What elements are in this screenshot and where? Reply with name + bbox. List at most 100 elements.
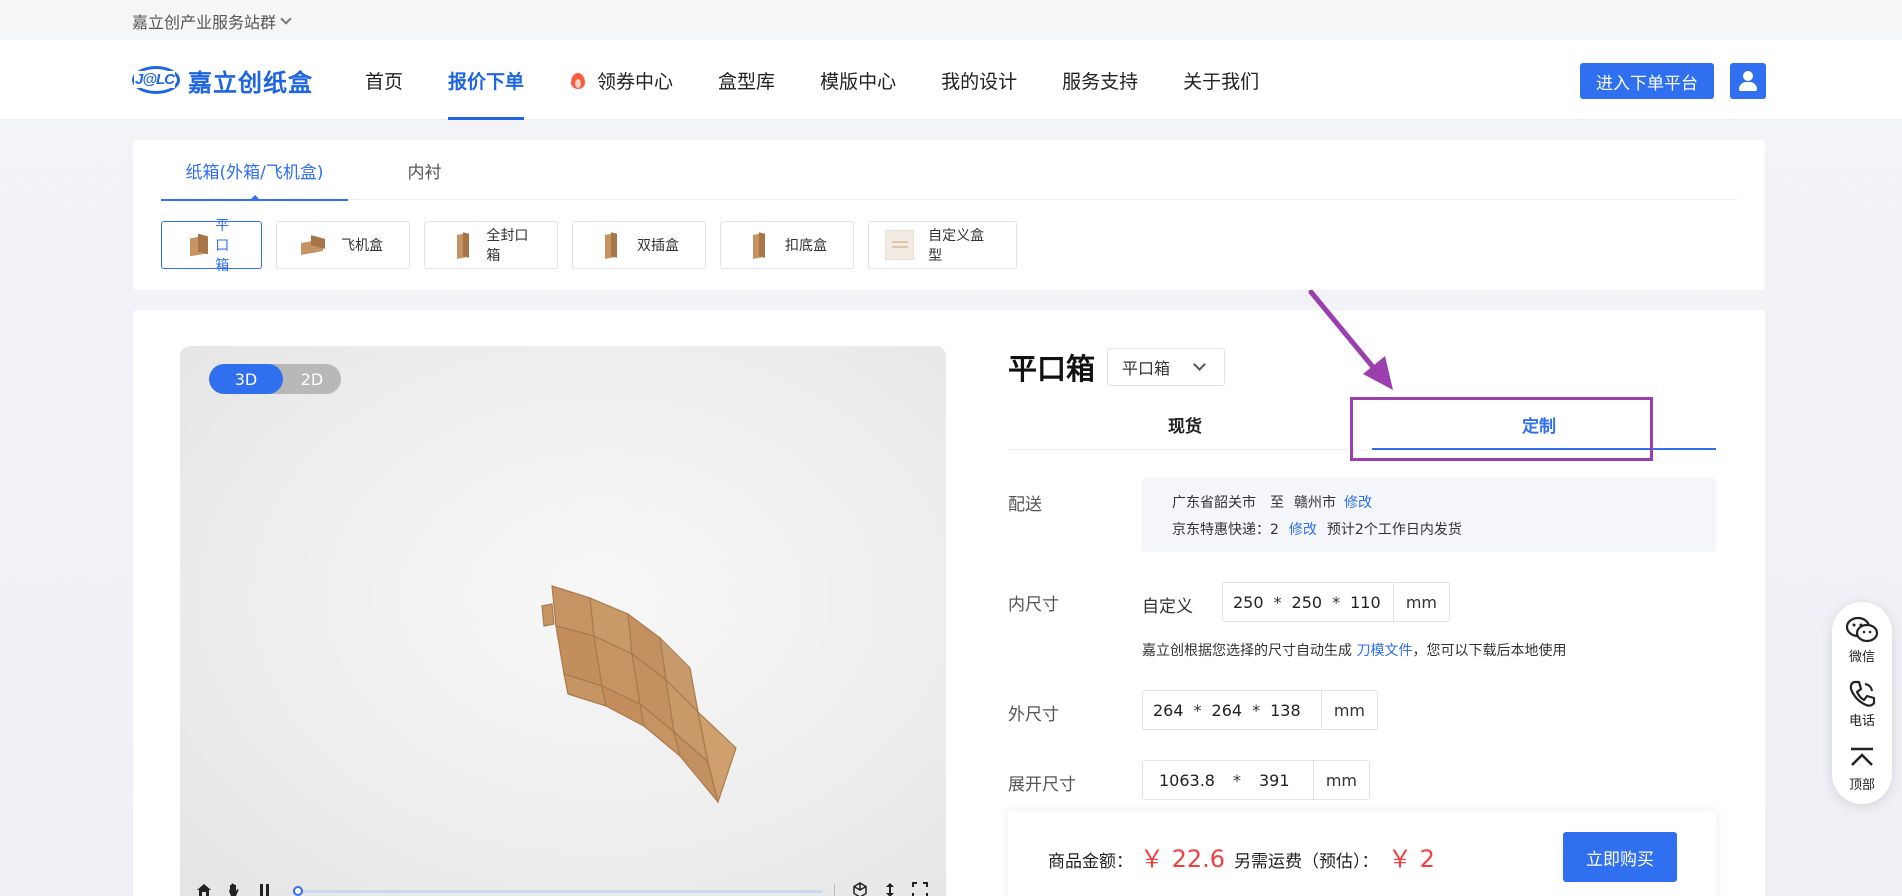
annotation-arrow-icon (1308, 290, 1393, 390)
box-type-flat-mouth[interactable]: 平口箱 (161, 218, 262, 274)
nav-my-design[interactable]: 我的设计 (941, 40, 1017, 120)
nav-about-us[interactable]: 关于我们 (1183, 40, 1259, 120)
product-title: 平口箱 (1008, 352, 1096, 386)
freight-amount-value: ￥ 2 (1388, 845, 1435, 873)
full-seal-box-icon (447, 231, 472, 259)
price-summary-bar: 商品金额： ￥ 22.6 另需运费（预估）： ￥ 2 立即购买 (1008, 811, 1716, 896)
floating-contact-bar: 微信 电话 顶部 (1832, 602, 1892, 804)
outer-length-value: 264 (1153, 700, 1184, 720)
vertical-resize-icon[interactable] (884, 882, 896, 896)
product-config-card: 3D 2D 平口箱 平口箱 现货 定制 配送 广东省韶关市 至 赣州市 修改 京… (133, 290, 1765, 896)
edit-address-link[interactable]: 修改 (1344, 492, 1372, 512)
inner-height-value[interactable]: 110 (1340, 593, 1391, 612)
wechat-contact[interactable]: 微信 (1832, 614, 1892, 665)
hand-pan-icon[interactable] (226, 882, 242, 896)
ship-from: 广东省韶关市 (1172, 495, 1256, 511)
main-nav: 首页 报价下单 领券中心 盒型库 模版中心 我的设计 服务支持 关于我们 (365, 40, 1304, 120)
animation-progress-handle[interactable] (293, 886, 304, 896)
top-strip: 嘉立创产业服务站群 (0, 0, 1902, 40)
phone-contact[interactable]: 电话 (1832, 678, 1892, 729)
unfold-length-value: 1063.8 (1159, 770, 1215, 790)
unfold-size-display: 1063.8 * 391 mm (1142, 760, 1370, 800)
inner-size-unit: mm (1392, 583, 1449, 621)
box-type-double-tuck[interactable]: 双插盒 (572, 221, 706, 269)
chevron-down-icon (1193, 358, 1206, 371)
animation-progress-track[interactable] (292, 890, 822, 893)
dieline-note: 嘉立创根据您选择的尺寸自动生成 刀模文件，您可以下载后本地使用 (1142, 643, 1567, 659)
logo[interactable]: J@LC 嘉立创纸盒 (132, 62, 313, 98)
back-to-top-icon (1851, 747, 1873, 766)
enter-order-platform-button[interactable]: 进入下单平台 (1580, 63, 1714, 99)
phone-icon (1849, 680, 1876, 707)
nav-template-center[interactable]: 模版中心 (820, 40, 896, 120)
inner-size-label: 内尺寸 (1008, 595, 1059, 615)
shipping-label: 配送 (1008, 495, 1042, 515)
edit-express-link[interactable]: 修改 (1289, 519, 1317, 539)
ship-to-word: 至 (1270, 495, 1284, 511)
product-title-row: 平口箱 平口箱 (1008, 346, 1226, 388)
inner-width-value[interactable]: 250 (1282, 593, 1333, 612)
inner-length-value[interactable]: 250 (1223, 593, 1274, 612)
box-type-lock-bottom[interactable]: 扣底盒 (720, 221, 854, 269)
tuck-box-icon (595, 231, 623, 259)
shipping-info: 广东省韶关市 至 赣州市 修改 京东特惠快递：2 修改 预计2个工作日内发货 (1142, 478, 1716, 552)
outer-width-value: 264 (1211, 700, 1243, 720)
customize-tab-highlight (1350, 397, 1653, 461)
airplane-box-icon (299, 231, 327, 259)
back-to-top[interactable]: 顶部 (1832, 742, 1892, 793)
tab-in-stock[interactable]: 现货 (1008, 400, 1362, 449)
logo-name: 嘉立创纸盒 (188, 68, 313, 97)
box-type-list: 平口箱 飞机盒 全封口箱 双插盒 扣底盒 自定义盒型 (161, 218, 1017, 274)
box-type-custom[interactable]: 自定义盒型 (868, 221, 1017, 269)
nav-box-library[interactable]: 盒型库 (718, 40, 775, 120)
box-type-select[interactable]: 平口箱 (1107, 348, 1226, 386)
express-method: 京东特惠快递：2 (1172, 522, 1279, 538)
jlc-logo-icon: J@LC (132, 62, 180, 98)
viewer-controls (180, 866, 946, 896)
wechat-icon (1845, 616, 1879, 643)
view-3d-button[interactable]: 3D (209, 364, 283, 394)
nav-quote-order[interactable]: 报价下单 (448, 40, 525, 120)
nav-coupon-center[interactable]: 领券中心 (569, 40, 673, 120)
unfolded-box-model (541, 585, 737, 805)
custom-box-icon (885, 230, 915, 260)
unfold-width-value: 391 (1258, 770, 1290, 790)
site-group-dropdown[interactable]: 嘉立创产业服务站群 (132, 9, 292, 33)
outer-size-display: 264 * 264 * 138 mm (1142, 690, 1378, 730)
chevron-down-icon (280, 13, 292, 25)
user-account-button[interactable] (1730, 63, 1766, 99)
carton-box-icon (184, 231, 208, 259)
site-group-label: 嘉立创产业服务站群 (132, 13, 277, 32)
home-icon[interactable] (196, 882, 212, 896)
dieline-file-link[interactable]: 刀模文件 (1356, 643, 1412, 659)
lock-bottom-box-icon (743, 231, 771, 259)
tab-liner[interactable]: 内衬 (348, 140, 501, 200)
fullscreen-icon[interactable] (912, 882, 928, 896)
goods-amount-label: 商品金额： (1048, 852, 1133, 872)
nav-service-support[interactable]: 服务支持 (1062, 40, 1138, 120)
inner-size-mode: 自定义 (1142, 597, 1193, 617)
tab-carton[interactable]: 纸箱(外箱/飞机盒) (161, 140, 348, 201)
ship-to: 赣州市 (1294, 495, 1336, 511)
pause-icon[interactable] (258, 882, 272, 896)
ship-eta: 预计2个工作日内发货 (1326, 522, 1462, 538)
buy-now-button[interactable]: 立即购买 (1563, 832, 1677, 882)
controls-divider (834, 884, 835, 896)
goods-amount-value: ￥ 22.6 (1140, 845, 1226, 873)
box-category-card: 纸箱(外箱/飞机盒) 内衬 平口箱 飞机盒 全封口箱 双插盒 扣底盒 自定义盒型 (133, 140, 1765, 290)
nav-home[interactable]: 首页 (365, 40, 403, 120)
view-2d-button[interactable]: 2D (283, 364, 341, 394)
unfold-size-unit: mm (1312, 761, 1369, 799)
box-type-full-seal[interactable]: 全封口箱 (424, 221, 558, 269)
outer-size-label: 外尺寸 (1008, 705, 1059, 725)
box-type-airplane[interactable]: 飞机盒 (276, 221, 410, 269)
fire-icon (569, 69, 587, 91)
category-tabs: 纸箱(外箱/飞机盒) 内衬 (161, 140, 1737, 201)
outer-height-value: 138 (1270, 700, 1301, 720)
unfold-size-label: 展开尺寸 (1008, 775, 1076, 795)
inner-size-input[interactable]: 250 * 250 * 110 mm (1222, 582, 1450, 622)
box-3d-viewer[interactable]: 3D 2D (180, 346, 946, 896)
view-mode-toggle: 3D 2D (209, 364, 341, 394)
outer-size-unit: mm (1320, 691, 1377, 729)
cube-view-icon[interactable] (852, 882, 868, 896)
